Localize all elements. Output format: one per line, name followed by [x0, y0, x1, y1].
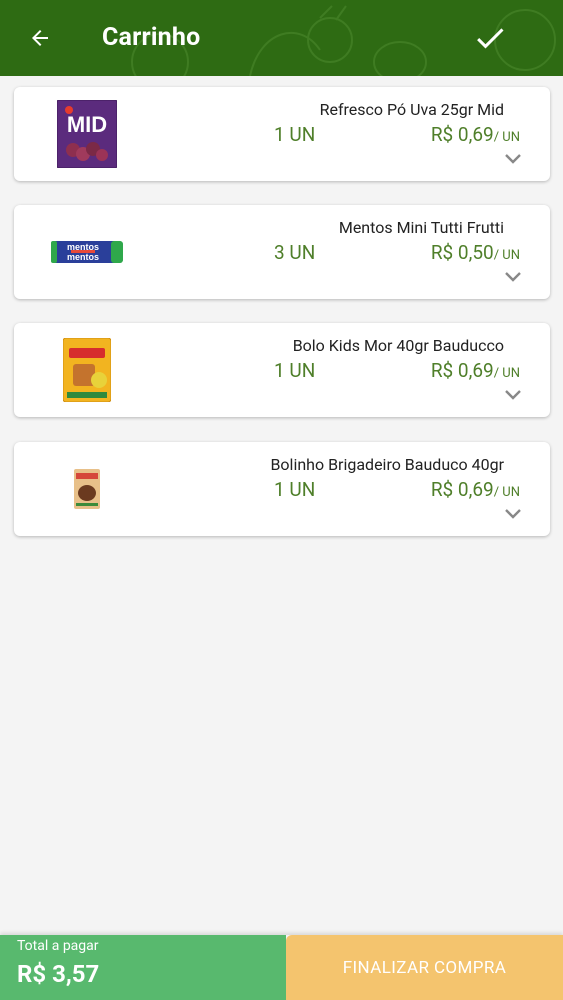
price-value: R$ 0,69 [430, 478, 494, 501]
app-bar: Carrinho [0, 0, 563, 76]
product-quantity: 1 UN [274, 359, 316, 382]
cart-item[interactable]: Bolo Kids Mor 40gr Bauducco 1 UN R$ 0,69… [14, 323, 550, 417]
product-price: R$ 0,50/ UN [431, 241, 520, 264]
price-unit: / UN [493, 130, 520, 145]
cart-item[interactable]: mentos mentos Mentos Mini Tutti Frutti 3… [14, 205, 550, 299]
product-image-mid: MID [44, 99, 130, 169]
check-icon [477, 28, 504, 49]
product-name: Bolinho Brigadeiro Bauduco 40gr [270, 455, 504, 474]
finish-purchase-button[interactable]: FINALIZAR COMPRA [286, 935, 563, 1000]
product-name: Bolo Kids Mor 40gr Bauducco [292, 336, 504, 355]
total-value: R$ 3,57 [17, 960, 100, 988]
total-panel: Total a pagar R$ 3,57 [0, 935, 286, 1000]
product-quantity: 1 UN [274, 123, 316, 146]
product-name: Refresco Pó Uva 25gr Mid [319, 100, 504, 119]
back-button[interactable] [22, 20, 58, 56]
price-value: R$ 0,69 [430, 123, 494, 146]
product-image-mentos: mentos mentos [44, 217, 130, 287]
confirm-button[interactable] [470, 18, 510, 58]
product-image-bolinho-brigadeiro [44, 454, 130, 524]
product-image-bolo-kids [44, 335, 130, 405]
bauducco-kids-icon [63, 338, 111, 402]
cart-item[interactable]: Bolinho Brigadeiro Bauduco 40gr 1 UN R$ … [14, 442, 550, 536]
svg-text:mentos: mentos [67, 252, 99, 262]
bottom-bar: Total a pagar R$ 3,57 FINALIZAR COMPRA [0, 935, 563, 1000]
page-title: Carrinho [102, 23, 201, 52]
arrow-left-icon [32, 30, 48, 46]
price-value: R$ 0,50 [430, 241, 494, 264]
svg-text:MID: MID [67, 112, 107, 137]
price-unit: / UN [493, 366, 520, 381]
product-price: R$ 0,69/ UN [431, 359, 520, 382]
mentos-roll-icon: mentos mentos [51, 241, 123, 263]
price-unit: / UN [493, 485, 520, 500]
chevron-down-icon[interactable] [504, 508, 522, 520]
mid-package-icon: MID [57, 100, 117, 168]
chevron-down-icon[interactable] [504, 389, 522, 401]
total-label: Total a pagar [17, 938, 99, 954]
product-name: Mentos Mini Tutti Frutti [338, 218, 504, 237]
price-unit: / UN [493, 248, 520, 263]
cart-item[interactable]: MID Refresco Pó Uva 25gr Mid 1 UN R$ 0,6… [14, 87, 550, 181]
product-price: R$ 0,69/ UN [431, 478, 520, 501]
bauducco-brigadeiro-icon [74, 469, 100, 509]
product-price: R$ 0,69/ UN [431, 123, 520, 146]
chevron-down-icon[interactable] [504, 153, 522, 165]
product-quantity: 1 UN [274, 478, 316, 501]
price-value: R$ 0,69 [430, 359, 494, 382]
chevron-down-icon[interactable] [504, 271, 522, 283]
product-quantity: 3 UN [274, 241, 316, 264]
